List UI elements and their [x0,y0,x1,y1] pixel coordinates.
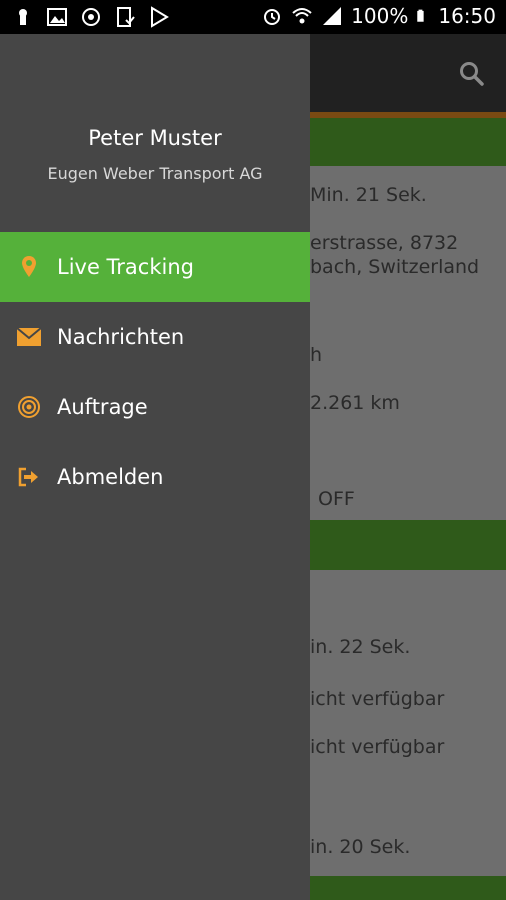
alarm-icon [264,9,281,25]
signal-icon [323,7,342,25]
user-name: Peter Muster [88,126,222,150]
location-pin-icon [16,254,42,280]
keyhole-icon [19,9,27,25]
user-company: Eugen Weber Transport AG [47,164,263,183]
sync-icon [82,8,100,26]
menu-label-abmelden: Abmelden [57,465,164,489]
navigation-drawer: Peter Muster Eugen Weber Transport AG Li… [0,34,310,900]
play-store-icon [151,6,169,28]
logout-icon [16,464,42,490]
battery-icon [417,9,424,22]
menu-label-auftrage: Auftrage [57,395,148,419]
menu-label-live-tracking: Live Tracking [57,255,194,279]
menu-item-abmelden[interactable]: Abmelden [0,442,310,512]
menu-item-nachrichten[interactable]: Nachrichten [0,302,310,372]
envelope-icon [16,324,42,350]
clock: 16:50 [438,4,496,28]
menu-item-live-tracking[interactable]: Live Tracking [0,232,310,302]
status-bar: 100% 16:50 [0,0,506,34]
drawer-scrim[interactable] [310,34,506,900]
wifi-icon [292,8,312,24]
battery-percent: 100% [351,4,409,28]
image-icon [47,8,67,26]
menu-label-nachrichten: Nachrichten [57,325,185,349]
device-check-icon [117,7,135,27]
menu-item-auftrage[interactable]: Auftrage [0,372,310,442]
target-icon [16,394,42,420]
